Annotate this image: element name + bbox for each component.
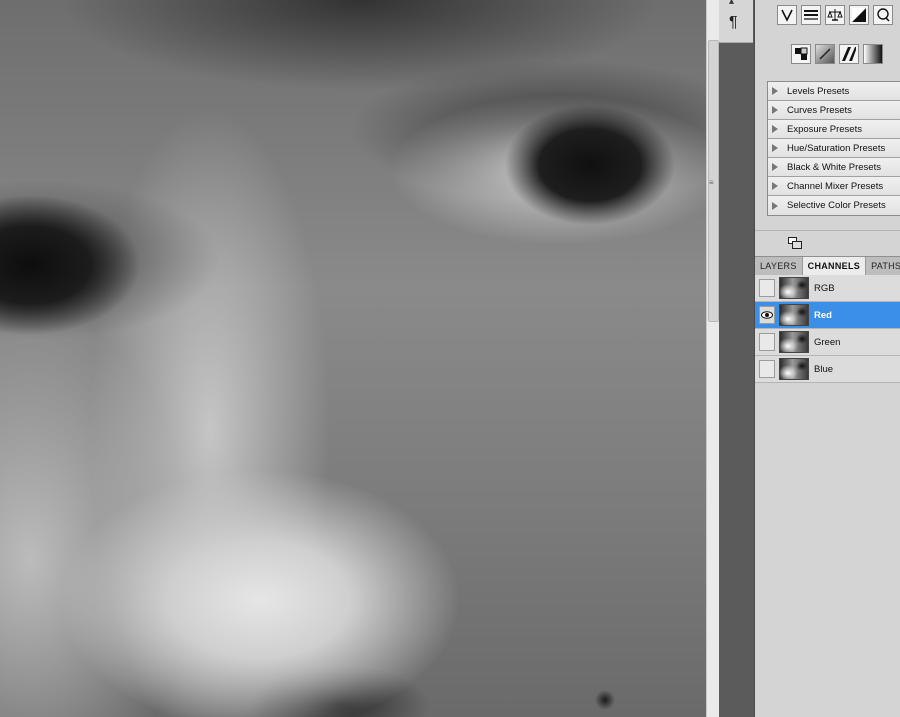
expand-triangle-icon[interactable]	[772, 106, 778, 114]
preset-channel-mixer[interactable]: Channel Mixer Presets	[768, 177, 900, 196]
preset-hue-saturation[interactable]: Hue/Saturation Presets	[768, 139, 900, 158]
preset-exposure[interactable]: Exposure Presets	[768, 120, 900, 139]
canvas-vertical-scrollbar[interactable]: ≡	[706, 0, 719, 717]
channel-name: Red	[814, 309, 832, 321]
preset-label: Black & White Presets	[787, 161, 881, 173]
visibility-toggle[interactable]	[759, 279, 775, 297]
invert-icon[interactable]	[815, 44, 835, 64]
dock-top-panel: ▴ ¶	[719, 0, 753, 43]
visibility-toggle[interactable]	[759, 306, 775, 324]
channel-thumbnail	[779, 304, 809, 326]
gradient-map-icon[interactable]	[863, 44, 883, 64]
preset-label: Curves Presets	[787, 104, 852, 116]
channel-name: Green	[814, 336, 841, 348]
expand-triangle-icon[interactable]	[772, 163, 778, 171]
adjustment-icons-row-2	[791, 44, 883, 64]
color-balance-icon[interactable]	[801, 5, 821, 25]
visibility-toggle[interactable]	[759, 360, 775, 378]
adjustments-footer	[755, 230, 900, 257]
channel-row-rgb[interactable]: RGB	[755, 275, 900, 302]
tab-channels[interactable]: CHANNELS	[802, 257, 867, 275]
posterize-icon[interactable]	[839, 44, 859, 64]
preset-curves[interactable]: Curves Presets	[768, 101, 900, 120]
eye-icon	[761, 311, 773, 319]
preset-label: Selective Color Presets	[787, 200, 886, 211]
right-panel: Levels Presets Curves Presets Exposure P…	[754, 0, 900, 717]
balance-scale-icon[interactable]	[825, 5, 845, 25]
tab-paths[interactable]: PATHS	[866, 257, 900, 275]
panel-tabs: LAYERS CHANNELS PATHS	[755, 256, 900, 276]
scrollbar-grip-icon: ≡	[709, 178, 714, 187]
adjustment-presets-list: Levels Presets Curves Presets Exposure P…	[767, 81, 900, 216]
channel-thumbnail	[779, 358, 809, 380]
panel-dock: ▴ ¶	[719, 0, 753, 717]
channel-row-blue[interactable]: Blue	[755, 356, 900, 383]
character-icon[interactable]: ▴	[729, 0, 734, 7]
channel-mixer-icon[interactable]	[791, 44, 811, 64]
paragraph-icon[interactable]: ¶	[729, 14, 738, 32]
preset-label: Exposure Presets	[787, 123, 862, 135]
channel-row-red[interactable]: Red	[755, 302, 900, 329]
preset-levels[interactable]: Levels Presets	[768, 82, 900, 101]
channel-name: Blue	[814, 363, 834, 375]
clip-to-layer-icon[interactable]	[788, 237, 802, 249]
vibrance-icon[interactable]	[777, 5, 797, 25]
preset-label: Channel Mixer Presets	[787, 180, 884, 192]
expand-triangle-icon[interactable]	[772, 87, 778, 95]
expand-triangle-icon[interactable]	[772, 144, 778, 152]
channel-thumbnail	[779, 331, 809, 353]
expand-triangle-icon[interactable]	[772, 182, 778, 190]
black-white-icon[interactable]	[849, 5, 869, 25]
photo-canvas[interactable]	[0, 0, 706, 717]
preset-label: Hue/Saturation Presets	[787, 142, 886, 154]
preset-selective-color[interactable]: Selective Color Presets	[768, 196, 900, 215]
tab-layers[interactable]: LAYERS	[755, 257, 803, 275]
preset-label: Levels Presets	[787, 85, 850, 97]
channels-list: RGB Red Green Blue	[755, 275, 900, 383]
channel-name: RGB	[814, 282, 835, 294]
preset-black-white[interactable]: Black & White Presets	[768, 158, 900, 177]
photo-filter-icon[interactable]	[873, 5, 893, 25]
adjustment-icons-row-1	[777, 5, 893, 25]
visibility-toggle[interactable]	[759, 333, 775, 351]
channel-row-green[interactable]: Green	[755, 329, 900, 356]
expand-triangle-icon[interactable]	[772, 201, 778, 210]
channel-thumbnail	[779, 277, 809, 299]
expand-triangle-icon[interactable]	[772, 125, 778, 133]
